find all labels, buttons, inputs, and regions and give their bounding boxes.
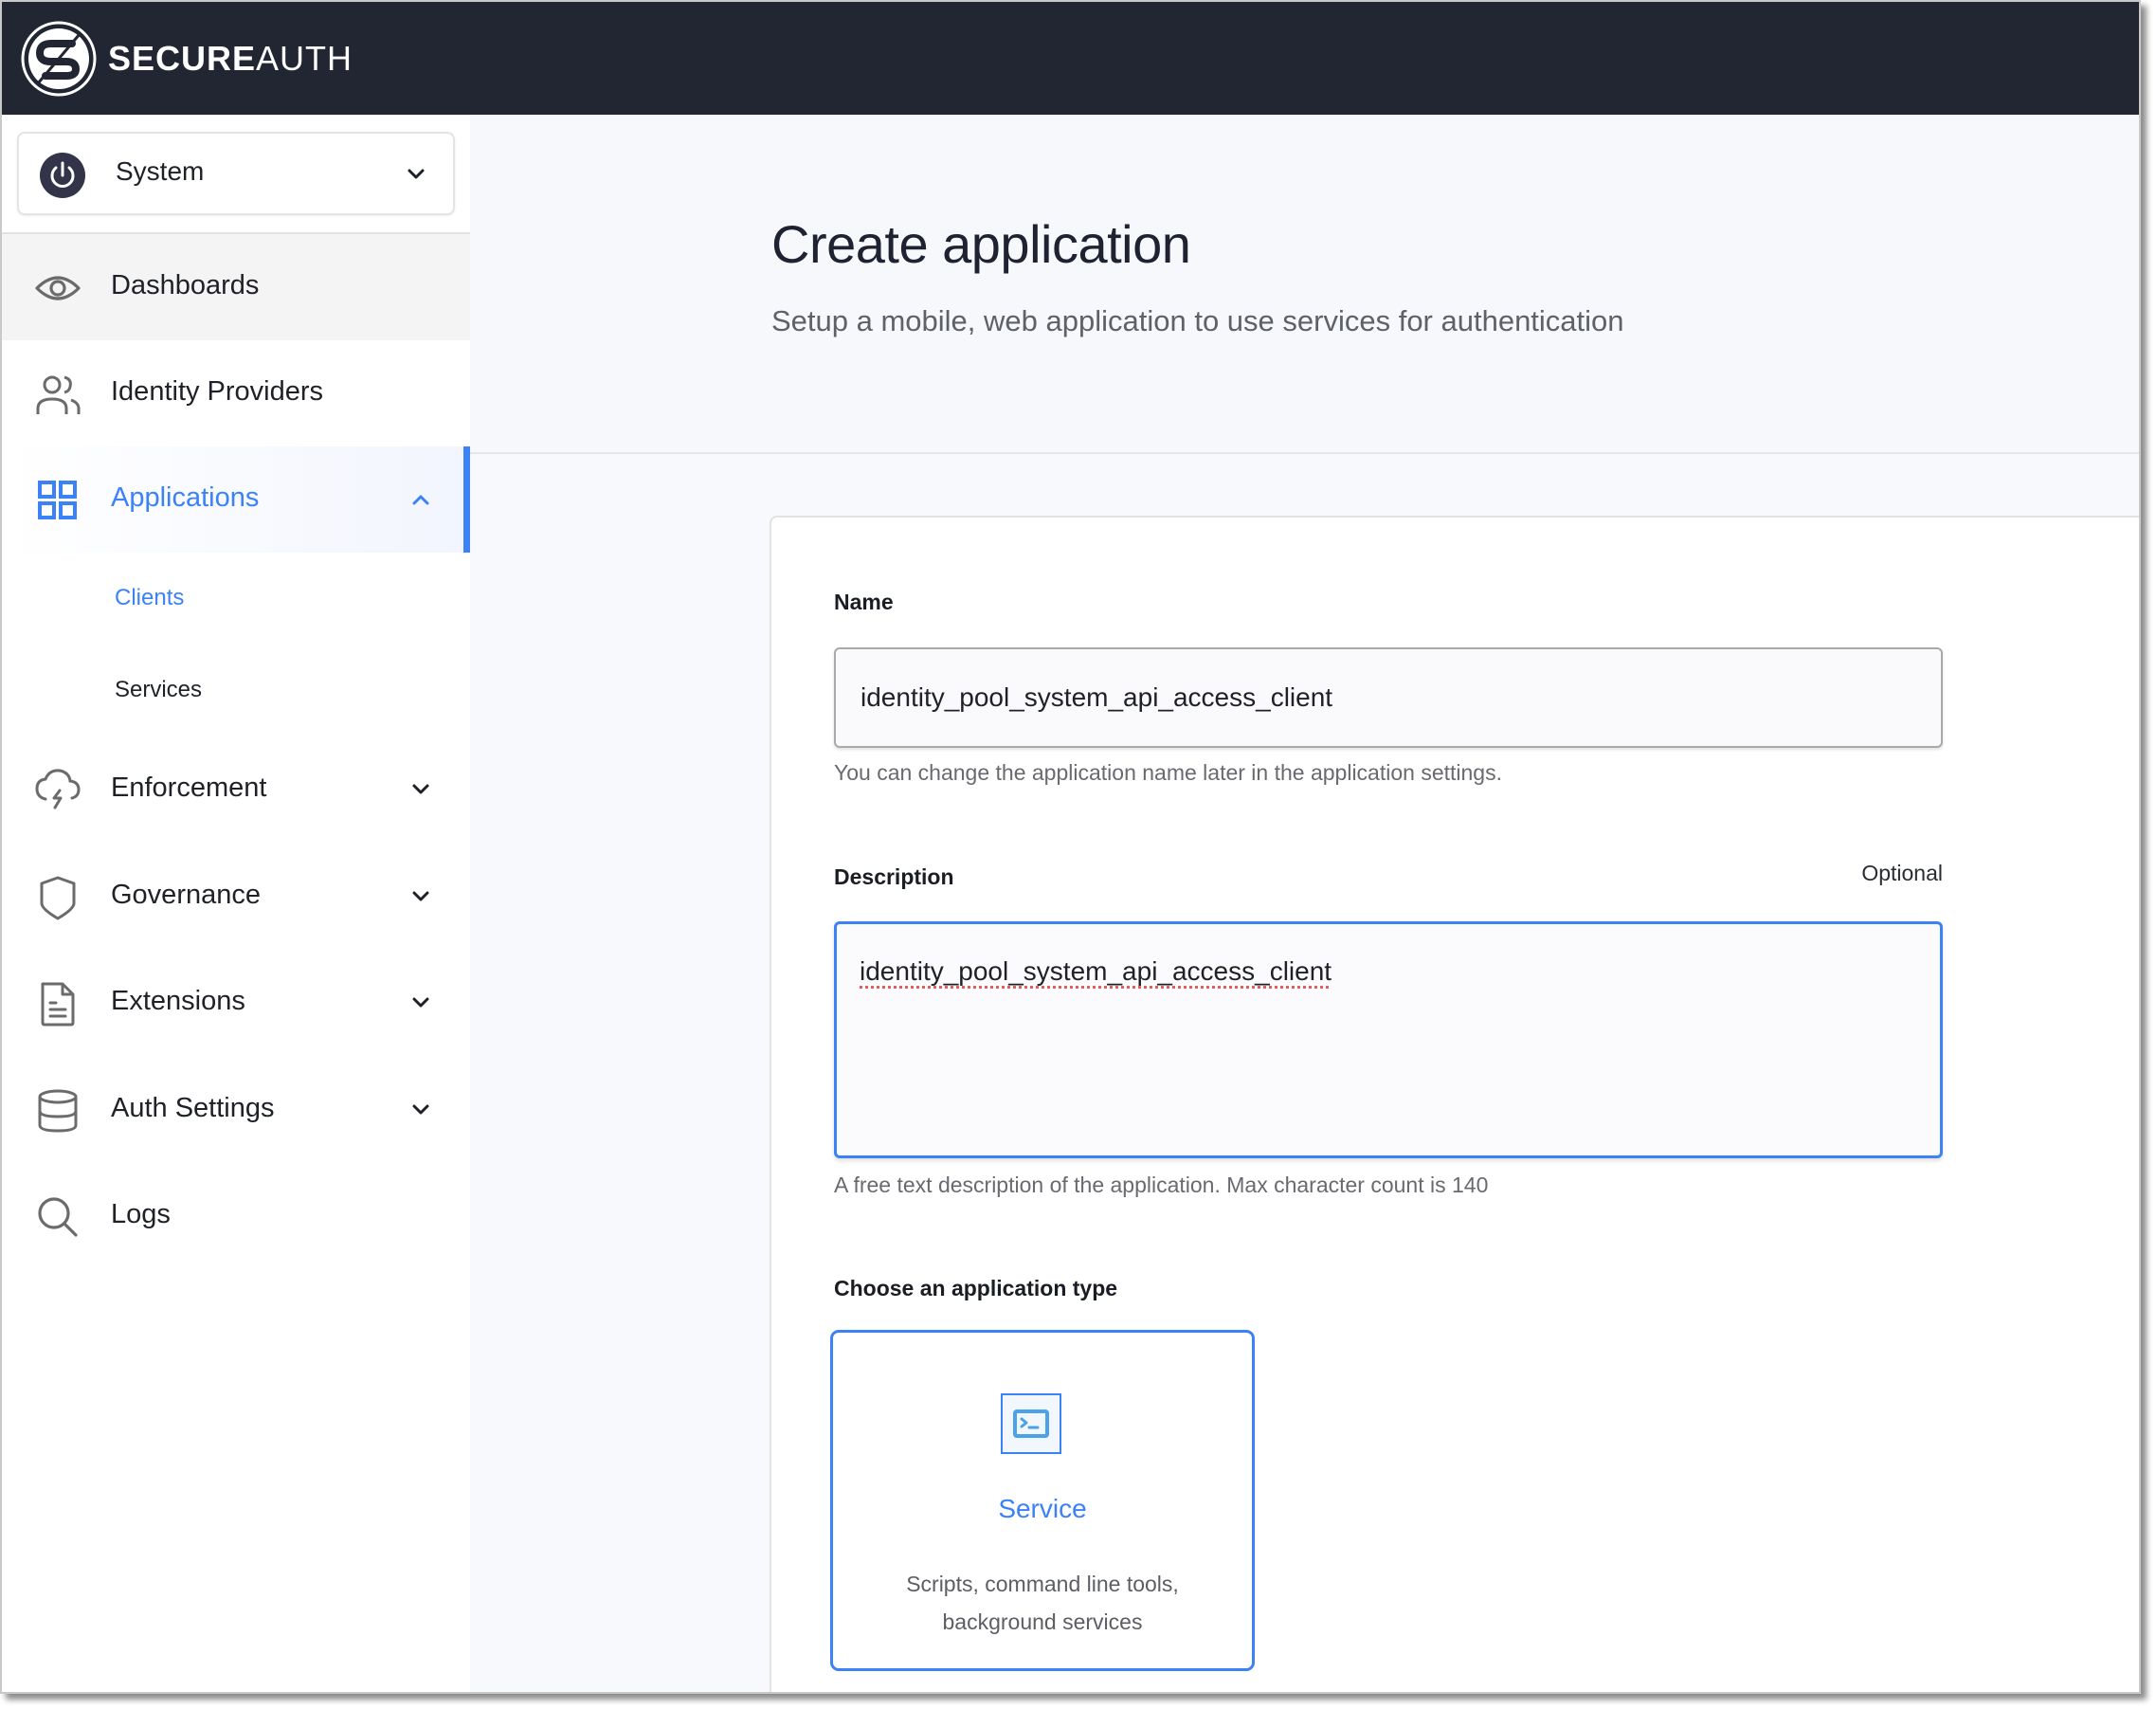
sidebar-item-extensions[interactable]: Extensions [2, 950, 470, 1056]
power-icon [40, 153, 85, 198]
sidebar-item-governance[interactable]: Governance [2, 844, 470, 950]
chevron-down-icon[interactable] [407, 882, 435, 911]
page-header: Create application Setup a mobile, web a… [470, 115, 2139, 454]
top-bar: SECUREAUTH [2, 2, 2139, 115]
sidebar-item-label: Extensions [111, 986, 245, 1016]
sidebar: System Dashboards Identity Providers App… [2, 115, 472, 1692]
app-type-title: Service [998, 1494, 1087, 1523]
environment-label: System [116, 156, 205, 186]
chevron-down-icon [408, 169, 425, 179]
chevron-down-icon[interactable] [407, 1096, 435, 1124]
sidebar-item-identity-providers[interactable]: Identity Providers [2, 340, 470, 446]
sidebar-item-enforcement[interactable]: Enforcement [2, 736, 470, 843]
page-title: Create application [771, 214, 1191, 274]
app-type-option-service[interactable]: Service Scripts, command line tools, bac… [830, 1330, 1255, 1671]
chevron-up-icon[interactable] [407, 485, 435, 514]
chevron-down-icon[interactable] [407, 775, 435, 804]
secureauth-logo-icon [21, 21, 97, 97]
sidebar-item-label: Logs [111, 1199, 171, 1229]
brand-name-bold: SECURE [108, 39, 257, 78]
sidebar-item-applications[interactable]: Applications [2, 446, 470, 553]
sidebar-item-dashboards[interactable]: Dashboards [2, 234, 470, 340]
create-application-form: Name You can change the application name… [770, 516, 2139, 1692]
sidebar-item-label: Auth Settings [111, 1093, 275, 1123]
sidebar-subitem-clients[interactable]: Clients [115, 585, 184, 611]
sidebar-item-label: Applications [111, 482, 260, 513]
sidebar-item-auth-settings[interactable]: Auth Settings [2, 1057, 470, 1163]
search-icon [38, 1197, 78, 1237]
sidebar-item-label: Dashboards [111, 270, 260, 300]
description-label: Description [834, 864, 954, 889]
name-label: Name [834, 590, 894, 614]
database-icon [38, 1089, 78, 1133]
sidebar-item-logs[interactable]: Logs [2, 1163, 470, 1269]
eye-icon [35, 276, 81, 300]
chevron-down-icon[interactable] [407, 989, 435, 1017]
users-icon [36, 375, 81, 414]
description-textarea[interactable]: identity_pool_system_api_access_client [834, 921, 1943, 1158]
description-helper-text: A free text description of the applicati… [834, 1173, 1489, 1197]
app-window: SECUREAUTH System Dashboards Identity Pr… [0, 0, 2141, 1694]
terminal-icon [1001, 1393, 1061, 1454]
environment-selector[interactable]: System [17, 132, 455, 215]
brand-name: SECUREAUTH [108, 42, 353, 76]
sidebar-item-label: Enforcement [111, 773, 267, 803]
app-type-label: Choose an application type [834, 1276, 1118, 1300]
shield-icon [40, 876, 76, 920]
optional-label: Optional [1861, 861, 1943, 885]
brand-name-light: AUTH [256, 39, 353, 78]
brand-logo[interactable]: SECUREAUTH [19, 19, 353, 99]
active-indicator [463, 446, 470, 553]
document-icon [41, 982, 75, 1027]
grid-icon [38, 481, 77, 519]
name-input[interactable] [834, 647, 1943, 748]
name-helper-text: You can change the application name late… [834, 760, 1502, 785]
page-subtitle: Setup a mobile, web application to use s… [771, 304, 1624, 337]
sidebar-subitem-services[interactable]: Services [115, 677, 202, 703]
sidebar-item-label: Identity Providers [111, 376, 324, 407]
app-type-description: Scripts, command line tools, background … [906, 1572, 1179, 1634]
sidebar-item-label: Governance [111, 880, 261, 910]
main-content: Create application Setup a mobile, web a… [470, 115, 2139, 1692]
cloud-lightning-icon [35, 769, 81, 809]
